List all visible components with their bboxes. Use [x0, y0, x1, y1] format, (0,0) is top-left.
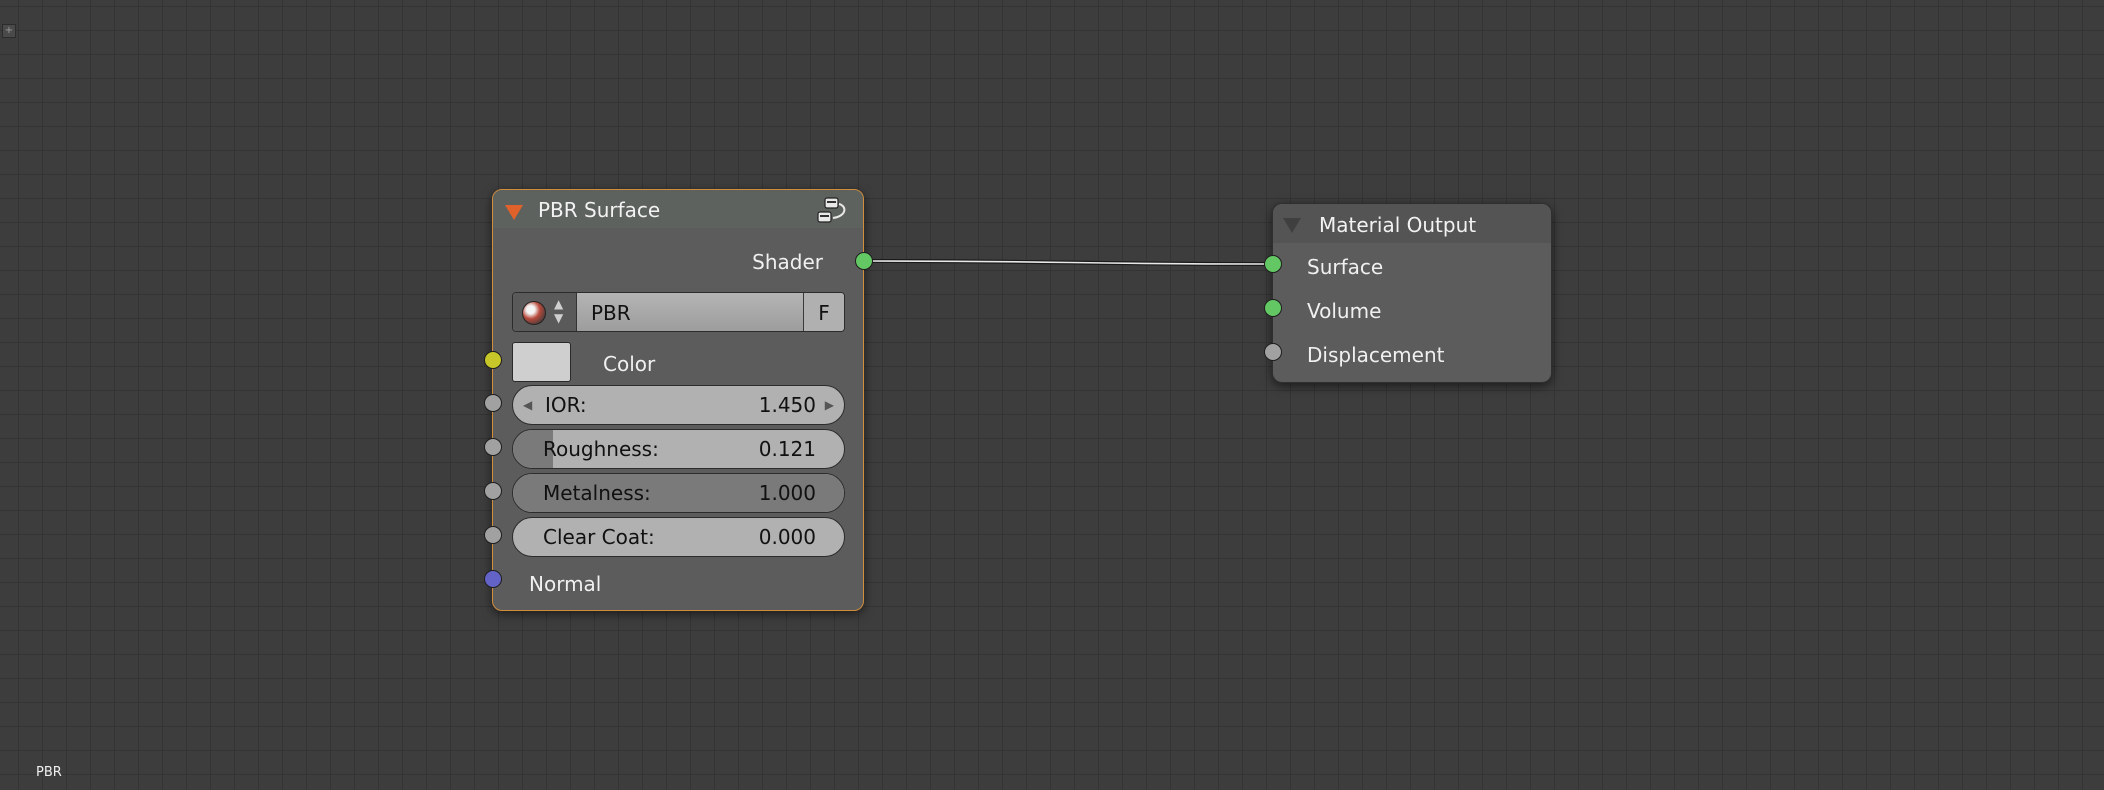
ior-input-socket[interactable]: [484, 394, 502, 412]
normal-label: Normal: [529, 572, 602, 596]
metalness-input-socket[interactable]: [484, 482, 502, 500]
displacement-input-socket[interactable]: [1264, 343, 1282, 361]
collapse-triangle-icon[interactable]: [1283, 218, 1301, 233]
node-tree-name-label: PBR: [36, 765, 62, 780]
volume-label: Volume: [1307, 299, 1382, 323]
slider-label: Clear Coat:: [543, 525, 655, 549]
node-header[interactable]: PBR Surface: [493, 190, 863, 228]
color-input-socket[interactable]: [484, 351, 502, 369]
slider-value: 1.450: [758, 393, 816, 417]
collapse-triangle-icon[interactable]: [505, 205, 523, 220]
material-sphere-icon: [522, 301, 546, 325]
decrement-arrow-icon[interactable]: ◀: [523, 386, 532, 424]
node-header[interactable]: Material Output: [1273, 204, 1551, 243]
surface-label: Surface: [1307, 255, 1384, 279]
shader-output-label: Shader: [752, 250, 823, 274]
ior-field[interactable]: ◀ IOR: 1.450 ▶: [512, 385, 845, 425]
color-label: Color: [603, 352, 656, 376]
slider-value: 1.000: [758, 481, 816, 505]
clear-coat-slider[interactable]: Clear Coat: 0.000: [512, 517, 845, 557]
datablock-name-field[interactable]: PBR: [577, 293, 803, 331]
increment-arrow-icon[interactable]: ▶: [825, 386, 834, 424]
shader-output-socket[interactable]: [855, 252, 873, 270]
browse-material-button[interactable]: ▲ ▼: [513, 293, 577, 331]
shader-to-surface-link[interactable]: [864, 259, 1273, 266]
slider-label: IOR:: [545, 393, 587, 417]
slider-value: 0.000: [758, 525, 816, 549]
normal-input-socket[interactable]: [484, 570, 502, 588]
updown-arrows-icon: ▲ ▼: [554, 297, 564, 325]
node-preview-icon[interactable]: [815, 196, 849, 226]
slider-label: Metalness:: [543, 481, 651, 505]
clear-coat-input-socket[interactable]: [484, 526, 502, 544]
node-title: Material Output: [1319, 213, 1477, 237]
roughness-input-socket[interactable]: [484, 438, 502, 456]
region-toggle-icon[interactable]: +: [2, 24, 16, 38]
displacement-label: Displacement: [1307, 343, 1445, 367]
slider-value: 0.121: [758, 437, 816, 461]
pbr-datablock-selector[interactable]: ▲ ▼ PBR F: [512, 292, 845, 332]
shader-to-surface-link-highlight: [864, 260, 1273, 265]
metalness-slider[interactable]: Metalness: 1.000: [512, 473, 845, 513]
roughness-slider[interactable]: Roughness: 0.121: [512, 429, 845, 469]
node-title: PBR Surface: [538, 198, 661, 222]
pbr-surface-node[interactable]: PBR Surface Shader ▲ ▼ PBR F Color ◀ IOR:…: [484, 189, 873, 611]
color-swatch[interactable]: [512, 342, 571, 382]
surface-input-socket[interactable]: [1264, 255, 1282, 273]
fake-user-button[interactable]: F: [803, 293, 844, 331]
node-link-layer: [864, 259, 1273, 266]
volume-input-socket[interactable]: [1264, 299, 1282, 317]
slider-label: Roughness:: [543, 437, 659, 461]
material-output-node[interactable]: Material Output Surface Volume Displacem…: [1264, 203, 1552, 383]
